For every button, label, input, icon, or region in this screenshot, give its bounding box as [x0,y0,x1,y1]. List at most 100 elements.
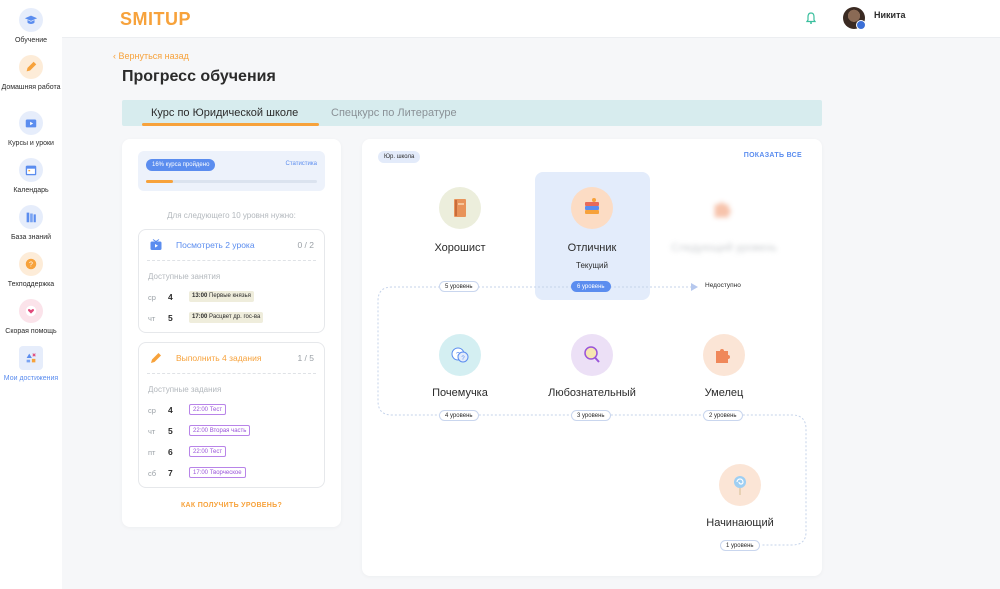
watch-lessons-box: Посмотреть 2 урока 0 / 2 Доступные занят… [138,229,325,333]
calendar-icon [19,158,43,182]
sidebar-item-knowledge-base[interactable]: База знаний [0,205,62,242]
available-tasks-label: Доступные задания [148,385,222,394]
task-tag[interactable]: 22:00 Тест [189,446,227,457]
course-tabs: Курс по Юридической школе Спецкурс по Ли… [122,100,822,126]
progress-bar-fill [146,180,174,183]
task-title: Тест [209,449,223,455]
sidebar-item-emergency[interactable]: Скорая помощь [0,299,62,336]
achievements-card: Юр. школа ПОКАЗАТЬ ВСЕ Хорошист 5 уровен… [362,139,822,576]
task-time: 17:00 [193,470,209,476]
sidebar: Обучение Домашняя работа Курсы и уроки К… [0,0,62,589]
lesson-tag[interactable]: 13:00 Первые князья [189,291,254,302]
video-icon [150,238,162,250]
achievement-name: Хорошист [434,242,486,254]
tab-literature[interactable]: Спецкурс по Литературе [331,107,457,119]
lesson-tag[interactable]: 17:00 Расцвет др. гос-ва [189,312,264,323]
task-time: 22:00 [193,407,209,413]
pencil-icon [19,55,43,79]
sidebar-item-label: Техподдержка [7,281,55,288]
sidebar-item-label: Обучение [14,37,47,44]
active-tab-indicator [142,123,319,126]
watch-lessons-title[interactable]: Посмотреть 2 урока [176,240,255,250]
task-day: ср [148,406,156,415]
divider [147,260,316,261]
book-icon[interactable] [439,187,481,229]
sidebar-item-label: Скорая помощь [5,328,57,335]
watch-lessons-count: 0 / 2 [297,240,314,250]
sidebar-item-label: Домашняя работа [1,84,61,91]
task-date: 4 [168,405,173,415]
unavailable-label: Недоступно [705,282,741,289]
lesson-time: 13:00 [192,293,208,299]
task-time: 22:00 [193,428,209,434]
achievement-name: Отличник [567,242,617,254]
complete-tasks-count: 1 / 5 [297,353,314,363]
level-badge: 1 уровень [720,540,760,551]
user-name[interactable]: Никита [874,10,905,20]
complete-tasks-box: Выполнить 4 задания 1 / 5 Доступные зада… [138,342,325,488]
level-requirements-card: 16% курса пройдено Статистика Для следую… [122,139,341,527]
progress-bar [146,180,317,183]
bell-icon[interactable] [804,11,818,25]
statistics-link[interactable]: Статистика [285,161,317,167]
achievement-name: Любознательный [548,387,636,399]
sidebar-item-calendar[interactable]: Календарь [0,158,62,195]
path-arrow-icon [691,283,698,291]
lesson-day: ср [148,293,156,302]
sidebar-item-learning[interactable]: Обучение [0,8,62,45]
graduation-cap-icon [19,8,43,32]
shapes-icon [19,346,43,370]
question-icon: ? [19,252,43,276]
magnifier-icon[interactable] [571,334,613,376]
task-tag[interactable]: 22:00 Тест [189,404,227,415]
back-label: Вернуться назад [118,51,189,61]
divider [147,373,316,374]
task-tag[interactable]: 17:00 Творческое [189,467,246,478]
question-bubbles-icon[interactable]: ?? [439,334,481,376]
task-date: 5 [168,426,173,436]
lesson-time: 17:00 [192,314,208,320]
lesson-title: Расцвет др. гос-ва [209,314,261,320]
achievement-name: Начинающий [706,517,774,529]
next-level-text: Для следующего 10 уровня нужно: [167,211,296,220]
task-day: чт [148,427,156,436]
current-label: Текущий [576,261,608,270]
svg-text:?: ? [29,262,33,269]
lollipop-icon[interactable] [719,464,761,506]
sidebar-item-courses[interactable]: Курсы и уроки [0,111,62,148]
puzzle-icon[interactable] [703,334,745,376]
level-badge: 4 уровень [439,410,479,421]
logo[interactable]: SMITUP [120,9,191,30]
lesson-title: Первые князья [209,293,251,299]
achievement-name: Почемучка [432,387,488,399]
sidebar-item-label: Мои достижения [3,375,59,382]
lesson-day: чт [148,314,156,323]
level-badge: 2 уровень [703,410,743,421]
page-title: Прогресс обучения [122,68,276,85]
tab-law-school[interactable]: Курс по Юридической школе [151,107,298,119]
task-time: 22:00 [193,449,209,455]
sidebar-item-label: Курсы и уроки [8,140,54,147]
task-day: сб [148,469,157,478]
level-badge-current: 6 уровень [571,281,611,292]
achievement-name: Умелец [704,387,744,399]
available-lessons-label: Доступные занятия [148,272,221,281]
heart-icon [19,299,43,323]
pencil-icon [150,351,162,363]
video-icon [19,111,43,135]
lesson-date: 5 [168,313,173,323]
books-stack-icon[interactable] [571,187,613,229]
how-to-get-level-link[interactable]: КАК ПОЛУЧИТЬ УРОВЕНЬ? [122,502,341,509]
complete-tasks-title[interactable]: Выполнить 4 задания [176,353,261,363]
task-day: пт [148,448,156,457]
progress-badge: 16% курса пройдено [146,159,216,171]
next-level-name: Следующий уровень [670,242,778,254]
task-title: Творческое [209,470,242,476]
task-tag[interactable]: 22:00 Вторая часть [189,425,251,436]
sidebar-item-support[interactable]: ? Техподдержка [0,252,62,289]
sidebar-item-homework[interactable]: Домашняя работа [0,55,62,92]
task-date: 7 [168,468,173,478]
sidebar-item-achievements[interactable]: Мои достижения [0,346,62,383]
back-link[interactable]: ‹ Вернуться назад [113,51,189,61]
svg-text:?: ? [456,352,460,359]
